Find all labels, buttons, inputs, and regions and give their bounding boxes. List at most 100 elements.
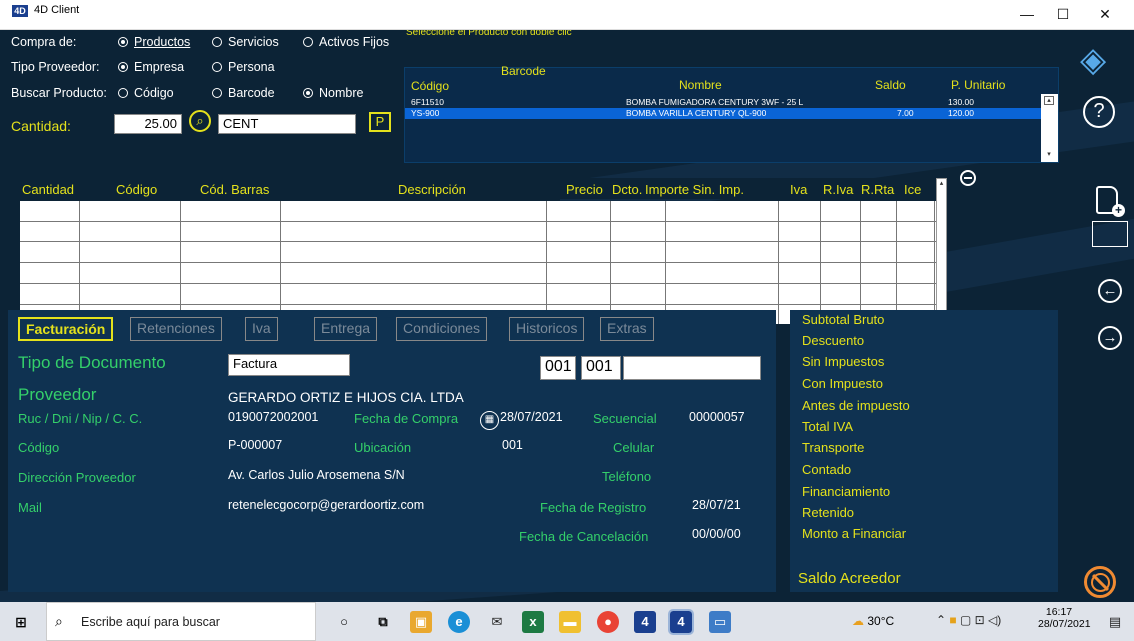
ruc-value: 0190072002001 [228, 410, 319, 424]
close-button[interactable]: ✕ [1090, 4, 1120, 24]
maximize-button[interactable]: ☐ [1048, 4, 1078, 24]
tab-retenciones[interactable]: Retenciones [130, 317, 222, 341]
total-iva-label: Total IVA [802, 419, 854, 434]
serie3-input[interactable] [623, 356, 761, 380]
app-brand-icon: ◈ [1080, 41, 1107, 79]
radio-icon [212, 88, 222, 98]
col-header-punitario: P. Unitario [951, 78, 1006, 92]
store-icon[interactable]: ▣ [410, 611, 432, 633]
notification-icon[interactable]: ▤ [1104, 611, 1126, 633]
antes-impuesto-label: Antes de impuesto [802, 398, 910, 413]
product-codigo: 6F11510 [411, 97, 444, 107]
remove-row-icon[interactable] [960, 170, 976, 186]
secuencial-value[interactable]: 00000057 [689, 410, 745, 424]
system-tray-icons[interactable]: ⌃ ■ ▢ ⊡ ◁) [936, 613, 1001, 627]
cancel-icon[interactable] [1084, 566, 1116, 598]
taskbar-search-icon: ⌕ [55, 613, 63, 629]
product-list[interactable]: Código Barcode Nombre Saldo P. Unitario … [404, 64, 1059, 163]
radio-productos[interactable]: Productos [118, 35, 190, 49]
financiamiento-label: Financiamiento [802, 484, 891, 499]
fecha-compra-value[interactable]: 28/07/2021 [500, 410, 563, 424]
radio-icon [303, 37, 313, 47]
minimize-button[interactable]: — [1012, 4, 1042, 24]
clock-date: 28/07/2021 [1038, 618, 1091, 630]
weather-widget[interactable]: ☁ 30°C [852, 614, 894, 628]
remote-desktop-icon[interactable]: ▭ [709, 611, 731, 633]
radio-codigo[interactable]: Código [118, 86, 174, 100]
window-title: 4D Client [34, 4, 80, 16]
serie2-input[interactable]: 001 [581, 356, 621, 380]
fecha-cancelacion-value: 00/00/00 [692, 527, 741, 541]
compra-label: Compra de: [11, 35, 77, 49]
windows-start-icon[interactable]: ⊞ [10, 611, 32, 633]
product-saldo: 7.00 [897, 108, 914, 118]
clock[interactable]: 16:17 28/07/2021 [1038, 606, 1091, 630]
radio-nombre[interactable]: Nombre [303, 86, 363, 100]
excel-icon[interactable]: x [522, 611, 544, 633]
tab-historicos[interactable]: Historicos [509, 317, 585, 341]
product-list-scrollbar[interactable]: ▴ ▾ [1041, 94, 1058, 162]
search-icon[interactable]: ⌕ [189, 110, 211, 132]
mail-value: retenelecgocorp@gerardoortiz.com [228, 498, 425, 512]
document-box[interactable] [1092, 221, 1128, 247]
grid-scrollbar[interactable]: ▴ [936, 178, 947, 324]
edge-icon[interactable]: e [448, 611, 470, 633]
tab-extras[interactable]: Extras [600, 317, 654, 341]
celular-label: Celular [613, 440, 655, 455]
cantidad-input[interactable]: 25.00 [114, 114, 182, 134]
task-view-icon[interactable]: ⧉ [372, 611, 394, 633]
radio-barcode[interactable]: Barcode [212, 86, 275, 100]
tab-condiciones[interactable]: Condiciones [396, 317, 488, 341]
product-search-input[interactable]: CENT [218, 114, 356, 134]
app-area: Compra de: Productos Servicios Activos F… [0, 30, 1134, 602]
grid-col-riva: R.Iva [823, 182, 854, 197]
ubicacion-label: Ubicación [354, 440, 412, 455]
cortana-icon[interactable]: ○ [333, 611, 355, 633]
col-header-barcode: Barcode [501, 64, 546, 78]
taskbar-search-box[interactable]: ⌕ Escribe aquí para buscar [46, 602, 316, 641]
grid-body[interactable] [20, 201, 936, 324]
chrome-icon[interactable]: ● [597, 611, 619, 633]
file-explorer-icon[interactable]: ▬ [559, 611, 581, 633]
purchase-items-grid[interactable]: Cantidad Código Cód. Barras Descripción … [20, 178, 947, 328]
radio-persona[interactable]: Persona [212, 60, 275, 74]
mail-label: Mail [18, 500, 42, 515]
grid-col-precio: Precio [566, 182, 603, 197]
product-precio: 130.00 [948, 97, 974, 107]
ubicacion-value: 001 [502, 438, 523, 452]
mail-icon[interactable]: ✉ [486, 611, 508, 633]
4d-app-icon[interactable]: 4 [634, 611, 656, 633]
p-button[interactable]: P [369, 112, 391, 132]
radio-empresa[interactable]: Empresa [118, 60, 184, 74]
fecha-cancelacion-label: Fecha de Cancelación [519, 529, 649, 544]
title-bar: 4D 4D Client — ☐ ✕ [0, 0, 1134, 30]
tipo-documento-input[interactable]: Factura [228, 354, 350, 376]
arrow-left-icon[interactable]: ← [1098, 279, 1122, 303]
radio-icon [212, 62, 222, 72]
calendar-icon[interactable]: ▦ [480, 411, 499, 430]
grid-col-cod-barras: Cód. Barras [200, 182, 270, 197]
arrow-right-icon[interactable]: → [1098, 326, 1122, 350]
radio-servicios[interactable]: Servicios [212, 35, 279, 49]
radio-activos-fijos[interactable]: Activos Fijos [303, 35, 389, 49]
tab-iva[interactable]: Iva [245, 317, 278, 341]
grid-col-descripcion: Descripción [398, 182, 466, 197]
monto-financiar-label: Monto a Financiar [802, 526, 907, 541]
col-header-codigo: Código [411, 79, 450, 93]
help-icon[interactable]: ? [1083, 96, 1115, 128]
tipo-documento-label: Tipo de Documento [18, 353, 166, 372]
tab-facturacion[interactable]: Facturación [18, 317, 114, 341]
serie1-input[interactable]: 001 [540, 356, 576, 380]
col-header-saldo: Saldo [875, 78, 906, 92]
grid-header: Cantidad Código Cód. Barras Descripción … [20, 178, 936, 199]
weather-icon: ☁ [852, 614, 864, 628]
product-row[interactable]: 6F11510 BOMBA FUMIGADORA CENTURY 3WF - 2… [405, 97, 1041, 108]
radio-selected-icon [118, 37, 128, 47]
tab-entrega[interactable]: Entrega [314, 317, 378, 341]
add-badge-icon: + [1112, 204, 1125, 217]
radio-icon [212, 37, 222, 47]
4d-client-active-icon[interactable]: 4 [668, 609, 694, 635]
product-nombre: BOMBA VARILLA CENTURY QL-900 [626, 108, 767, 118]
product-row-selected[interactable]: YS-900 BOMBA VARILLA CENTURY QL-900 7.00… [405, 108, 1041, 119]
fecha-registro-label: Fecha de Registro [540, 500, 647, 515]
